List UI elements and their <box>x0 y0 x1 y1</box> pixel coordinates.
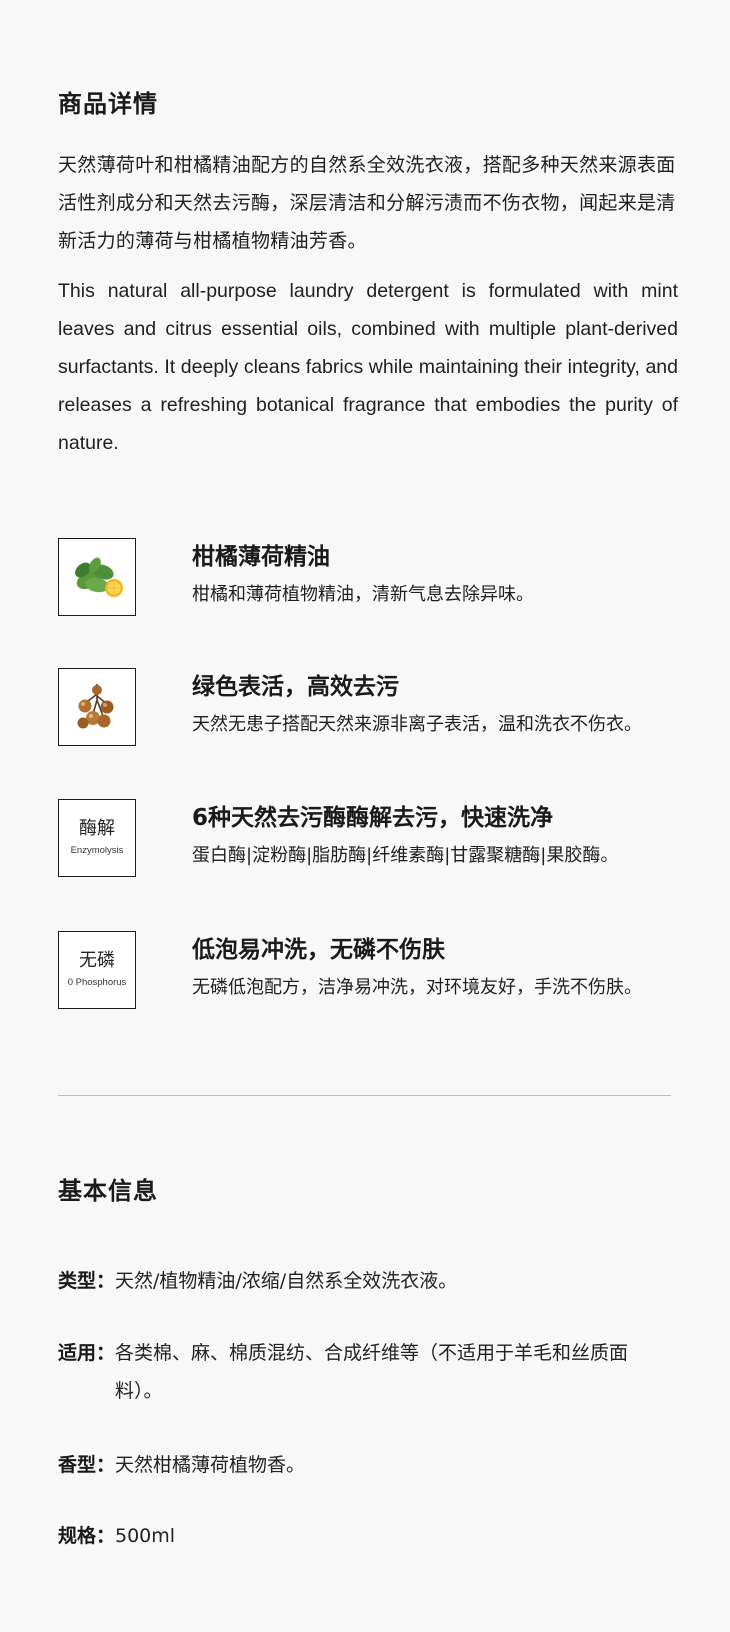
feature-description: 无磷低泡配方，洁净易冲洗，对环境友好，手洗不伤肤。 <box>192 977 642 998</box>
badge-text-en: 0 Phosphorus <box>67 977 127 988</box>
feature-title: 低泡易冲洗，无磷不伤肤 <box>192 937 445 963</box>
mint-leaf-lemon-illustration <box>75 557 123 597</box>
badge-text-en: Enzymolysis <box>70 845 124 856</box>
info-label: 适用： <box>58 1342 116 1364</box>
product-detail-page: 商品详情 天然薄荷叶和柑橘精油配方的自然系全效洗衣液，搭配多种天然来源表面活性剂… <box>0 0 730 1632</box>
info-value: 天然柑橘薄荷植物香。 <box>115 1454 306 1476</box>
feature-item-enzymes: 酶解 Enzymolysis 6种天然去污酶酶解去污，快速洗净 蛋白酶|淀粉酶|… <box>58 799 698 879</box>
soapberry-illustration <box>77 684 114 729</box>
enzymolysis-badge: 酶解 Enzymolysis <box>58 799 136 877</box>
info-label: 类型： <box>58 1270 116 1292</box>
info-value: 500ml <box>115 1525 176 1547</box>
section-divider <box>58 1095 671 1096</box>
feature-item-green-surfactant: 绿色表活，高效去污 天然无患子搭配天然来源非离子表活，温和洗衣不伤衣。 <box>58 668 698 748</box>
feature-title: 6种天然去污酶酶解去污，快速洗净 <box>192 805 554 831</box>
info-value: 各类棉、麻、棉质混纺、合成纤维等（不适用于羊毛和丝质面料）。 <box>115 1342 629 1402</box>
product-description-chinese: 天然薄荷叶和柑橘精油配方的自然系全效洗衣液，搭配多种天然来源表面活性剂成分和天然… <box>58 154 676 252</box>
feature-description: 蛋白酶|淀粉酶|脂肪酶|纤维素酶|甘露聚糖酶|果胶酶。 <box>192 845 619 866</box>
product-description-english: This natural all-purpose laundry deterge… <box>58 280 678 454</box>
info-label: 规格： <box>58 1525 116 1547</box>
soapberry-icon <box>58 668 136 746</box>
basic-info-title: 基本信息 <box>58 1177 158 1205</box>
feature-item-essential-oil: 柑橘薄荷精油 柑橘和薄荷植物精油，清新气息去除异味。 <box>58 538 698 618</box>
phosphorus-free-badge: 无磷 0 Phosphorus <box>58 931 136 1009</box>
badge-text-cn: 无磷 <box>79 950 115 971</box>
info-label: 香型： <box>58 1454 116 1476</box>
info-value: 天然/植物精油/浓缩/自然系全效洗衣液。 <box>115 1270 458 1292</box>
feature-title: 柑橘薄荷精油 <box>192 544 330 570</box>
feature-description: 柑橘和薄荷植物精油，清新气息去除异味。 <box>192 584 534 605</box>
feature-description: 天然无患子搭配天然来源非离子表活，温和洗衣不伤衣。 <box>192 714 642 735</box>
product-detail-title: 商品详情 <box>58 90 158 118</box>
feature-item-phosphorus-free: 无磷 0 Phosphorus 低泡易冲洗，无磷不伤肤 无磷低泡配方，洁净易冲洗… <box>58 931 698 1011</box>
badge-text-cn: 酶解 <box>79 818 115 839</box>
mint-citrus-icon <box>58 538 136 616</box>
feature-title: 绿色表活，高效去污 <box>192 674 399 700</box>
